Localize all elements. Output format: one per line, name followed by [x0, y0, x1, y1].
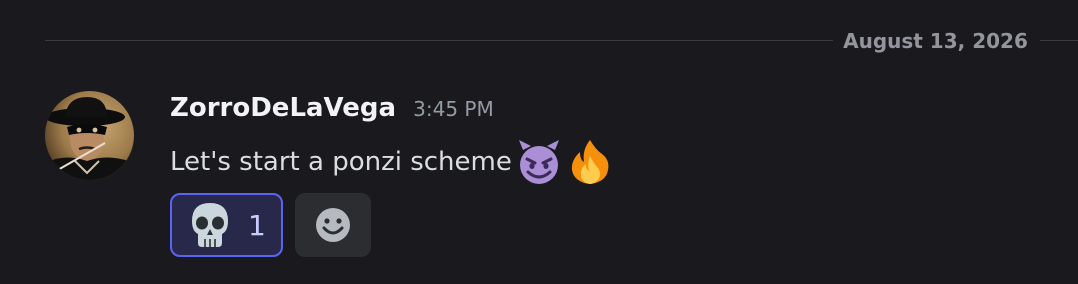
skull-emoji-icon — [192, 203, 228, 247]
add-reaction-icon — [316, 208, 350, 242]
date-divider: August 13, 2026 — [45, 25, 1078, 57]
zorro-avatar-icon — [45, 91, 134, 180]
reaction-count: 1 — [248, 208, 266, 242]
message-content: Let's start a ponzi scheme — [170, 140, 614, 184]
divider-date-label: August 13, 2026 — [843, 29, 1028, 53]
timestamp[interactable]: 3:45 PM — [413, 97, 494, 121]
add-reaction-button[interactable] — [295, 193, 371, 257]
avatar[interactable] — [45, 91, 134, 180]
divider-line-right — [1040, 40, 1078, 41]
message-text: Let's start a ponzi scheme — [170, 147, 512, 177]
message-header: ZorroDeLaVega 3:45 PM — [170, 93, 494, 129]
divider-line-left — [45, 40, 833, 41]
username[interactable]: ZorroDeLaVega — [170, 93, 396, 123]
smiling-imp-emoji-icon — [518, 140, 559, 184]
fire-emoji-icon — [571, 140, 609, 184]
skull-reaction-button[interactable]: 1 — [170, 193, 283, 257]
